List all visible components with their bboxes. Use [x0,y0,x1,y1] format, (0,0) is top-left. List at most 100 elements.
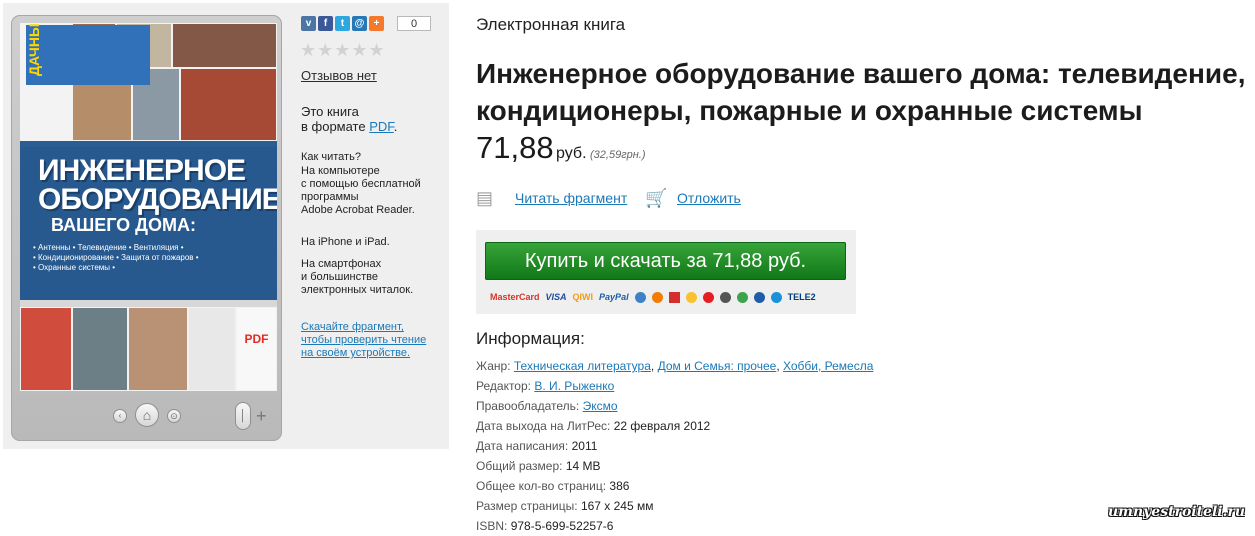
vk-share-icon[interactable]: v [301,16,316,31]
release-date-label: Дата выхода на ЛитРес: [476,419,611,433]
desktop-line-3: программы [301,191,359,203]
book-title: Инженерное оборудование вашего дома: тел… [476,55,1255,129]
pdf-badge: PDF [236,307,277,391]
page-size-row: Размер страницы: 167 x 245 мм [476,496,873,516]
payment-methods: MasterCard VISA QIWI PayPal TELE2 [490,288,816,306]
how-to-read: Как читать? [301,151,361,163]
isbn-row: ISBN: 978-5-699-52257-6 [476,516,873,536]
book-metadata: Жанр: Техническая литература, Дом и Семь… [476,356,873,536]
format-suffix: . [393,119,398,134]
format-text-line-1: Это книга [301,104,359,119]
save-for-later-link[interactable]: Отложить [677,190,741,206]
download-line-3[interactable]: на своём устройстве. [301,347,441,360]
download-fragment-link[interactable]: Скачайте фрагмент, чтобы проверить чтени… [301,321,441,360]
format-text-line-2: в формате PDF. [301,119,441,134]
release-date-row: Дата выхода на ЛитРес: 22 февраля 2012 [476,416,873,436]
page-size-label: Размер страницы: [476,499,578,513]
written-date-label: Дата написания: [476,439,569,453]
cover-tile-panel [72,307,128,391]
download-line-1[interactable]: Скачайте фрагмент, [301,321,441,334]
read-fragment-link[interactable]: Читать фрагмент [515,190,627,206]
product-type: Электронная книга [476,15,626,34]
mastercard-icon: MasterCard [490,292,540,302]
cover-series-label: ДАЧНЫЙ ПОМОЩНИК [26,23,150,85]
editor-label: Редактор: [476,379,531,393]
twitter-share-icon[interactable]: t [335,16,350,31]
currency: руб. [556,145,587,162]
iphone-reading-info: На iPhone и iPad. [301,236,390,248]
reader-controls: ‹ ⌂ ⊙ │ + [11,392,282,440]
cart-icon: 🛒 [645,188,668,208]
cover-topics-line-1: • Антенны • Телевидение • Вентиляция • [33,243,184,252]
mail-share-icon[interactable]: @ [352,16,367,31]
desktop-line-1: На компьютере [301,165,380,177]
wallet-icon [634,291,646,303]
genre-label: Жанр: [476,359,511,373]
menu-button[interactable]: ⊙ [167,409,181,423]
smartphone-line-2: и большинстве [301,271,378,283]
cover-title-line-2: ОБОРУДОВАНИЕ [38,183,277,216]
isbn-value: 978-5-699-52257-6 [510,519,614,533]
editor-link[interactable]: В. И. Рыженко [534,379,614,393]
paypal-icon: PayPal [599,292,629,302]
book-details: Электронная книга Инженерное оборудовани… [476,0,1246,533]
format-prefix: в формате [301,119,366,134]
qiwi-icon: QIWI [572,292,594,302]
cover-topics: • Антенны • Телевидение • Вентиляция • •… [33,243,261,273]
payment-icon-dark [719,291,731,303]
cover-title: ИНЖЕНЕРНОЕ ОБОРУДОВАНИЕ [38,154,277,216]
facebook-share-icon[interactable]: f [318,16,333,31]
purchase-box: Купить и скачать за 71,88 руб. MasterCar… [476,230,856,314]
page-size-value: 167 x 245 мм [580,499,654,513]
alternative-price: (32,59грн.) [590,149,646,161]
genre-hobby-link[interactable]: Хобби, Ремесла [783,359,873,373]
social-share-bar: v f t @ + [301,16,384,31]
home-button[interactable]: ⌂ [135,403,159,427]
size-value: 14 MB [565,459,601,473]
more-share-icon[interactable]: + [369,16,384,31]
desktop-line-2: с помощью бесплатной [301,178,421,190]
written-date-row: Дата написания: 2011 [476,436,873,456]
cover-title-line-1: ИНЖЕНЕРНОЕ [38,154,246,187]
cover-topics-line-2: • Кондиционирование • Защита от пожаров … [33,253,199,262]
isbn-label: ISBN: [476,519,508,533]
book-title-line-1: Инженерное оборудование вашего дома: тел… [476,57,1246,89]
release-date-value: 22 февраля 2012 [613,419,711,433]
share-count: 0 [397,16,431,31]
smartphone-reading-info: На смартфонах и большинстве электронных … [301,258,441,297]
written-date-value: 2011 [571,439,598,453]
payment-icon-red [668,291,680,303]
format-info: Это книга в формате PDF. [301,104,441,134]
editor-row: Редактор: В. И. Рыженко [476,376,873,396]
visa-icon: VISA [545,292,567,302]
previous-button[interactable]: ‹ [113,409,127,423]
book-actions: ▤ Читать фрагмент 🛒 Отложить [476,188,806,208]
rights-holder-link[interactable]: Эксмо [583,399,618,413]
book-cover[interactable]: ДАЧНЫЙ ПОМОЩНИК ИНЖЕНЕРНОЕ ОБОРУДОВАНИЕ … [20,23,277,391]
price: 71,88 [476,130,554,165]
pages-value: 386 [609,479,630,493]
cover-topics-line-3: • Охранные системы • [33,263,116,272]
download-line-2[interactable]: чтобы проверить чтение [301,334,441,347]
pdf-label: PDF [244,332,269,346]
smartphone-line-1: На смартфонах [301,258,382,270]
zoom-in-icon[interactable]: + [256,406,267,427]
cover-tile-publisher-logo [188,307,236,391]
tele2-icon: TELE2 [787,292,816,302]
desktop-reading-info: На компьютере с помощью бесплатной прогр… [301,165,441,217]
payment-icon-blue [753,291,765,303]
payment-icon-green [736,291,748,303]
zoom-slider[interactable]: │ [235,402,251,430]
reviews-link[interactable]: Отзывов нет [301,68,377,83]
rating-stars[interactable]: ★★★★★ [300,40,386,61]
pages-label: Общее кол-во страниц: [476,479,607,493]
genre-technical-link[interactable]: Техническая литература [514,359,651,373]
cover-tile-wall [180,68,277,141]
format-link[interactable]: PDF [369,119,394,134]
buy-and-download-button[interactable]: Купить и скачать за 71,88 руб. [485,242,846,280]
rights-holder-label: Правообладатель: [476,399,580,413]
size-label: Общий размер: [476,459,563,473]
payment-icon-yellow [685,291,697,303]
desktop-line-4: Adobe Acrobat Reader. [301,204,415,216]
genre-home-family-link[interactable]: Дом и Семья: прочее [658,359,777,373]
